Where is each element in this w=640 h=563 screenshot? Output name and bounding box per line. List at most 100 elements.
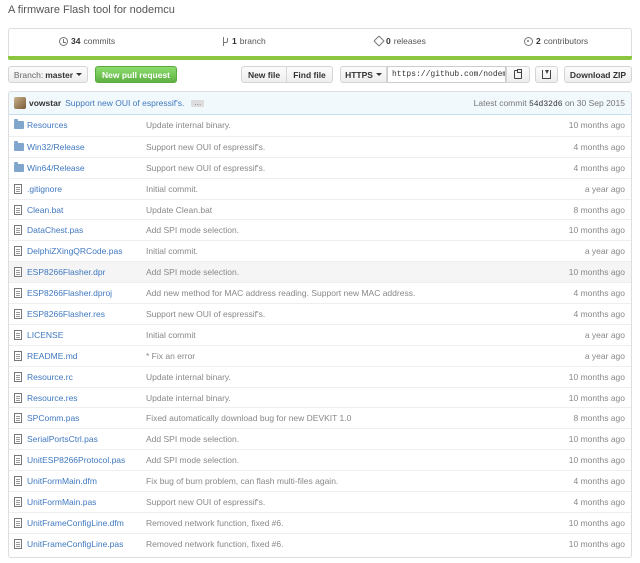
file-name-link[interactable]: ESP8266Flasher.dproj [27,288,112,298]
commits-link[interactable]: 34 commits [59,36,115,46]
file-commit-message-link[interactable]: Support new OUI of espressif's. [146,309,265,319]
file-icon [14,308,22,319]
file-row[interactable]: UnitFormMain.dfm Fix bug of burn problem,… [9,470,631,491]
file-commit-message-link[interactable]: Fix bug of burn problem, can flash multi… [146,476,338,486]
file-commit-message-link[interactable]: Removed network function, fixed #6. [146,539,284,549]
file-row[interactable]: SerialPortsCtrl.pas Add SPI mode selectio… [9,428,631,449]
file-commit-message-link[interactable]: Add SPI mode selection. [146,267,239,277]
file-icon-cell [9,288,27,299]
file-row[interactable]: LICENSE Initial commit a year ago [9,323,631,345]
file-commit-message-link[interactable]: Add new method for MAC address reading. … [146,288,415,298]
file-name-link[interactable]: Clean.bat [27,205,63,215]
releases-link[interactable]: 0 releases [373,35,426,47]
branch-count: 1 [232,36,237,46]
file-icon [14,288,22,299]
expand-commit-button[interactable]: … [191,99,205,107]
file-commit-message-link[interactable]: Update internal binary. [146,393,231,403]
commit-sha-link[interactable]: 54d32d6 [529,100,563,109]
file-row[interactable]: Win64/Release Support new OUI of espressi… [9,156,631,178]
file-name-link[interactable]: ESP8266Flasher.dpr [27,267,105,277]
file-name-link[interactable]: UnitESP8266Protocol.pas [27,455,125,465]
file-name-link[interactable]: LICENSE [27,330,63,340]
file-commit-message-link[interactable]: Add SPI mode selection. [146,455,239,465]
file-commit-message-link[interactable]: Update Clean.bat [146,205,212,215]
file-row[interactable]: DelphiZXingQRCode.pas Initial commit. a ye… [9,240,631,261]
caret-down-icon [76,73,83,76]
file-commit-message-link[interactable]: Removed network function, fixed #6. [146,518,284,528]
file-row[interactable]: UnitFrameConfigLine.pas Removed network f… [9,532,631,554]
file-row[interactable]: Resources Update internal binary. 10 month… [9,115,631,136]
desktop-clone-button[interactable] [535,66,558,83]
file-name-link[interactable]: UnitFormMain.pas [27,497,96,507]
protocol-label: HTTPS [345,69,373,80]
tag-icon [373,35,385,47]
file-name-link[interactable]: DelphiZXingQRCode.pas [27,246,122,256]
file-row[interactable]: Clean.bat Update Clean.bat 8 months ago [9,198,631,220]
file-commit-message-link[interactable]: Add SPI mode selection. [146,225,239,235]
file-icon [14,267,22,278]
file-row[interactable]: Win32/Release Support new OUI of espressi… [9,135,631,157]
file-row[interactable]: UnitESP8266Protocol.pas Add SPI mode sele… [9,449,631,470]
file-row[interactable]: README.md * Fix an error a year ago [9,344,631,366]
file-commit-message-link[interactable]: Update internal binary. [146,372,231,382]
file-age: a year ago [584,329,625,340]
branches-link[interactable]: 1 branch [222,36,266,46]
file-name-link[interactable]: Resources [27,120,68,130]
file-row[interactable]: ESP8266Flasher.res Support new OUI of esp… [9,303,631,324]
file-commit-message-link[interactable]: Add SPI mode selection. [146,434,239,444]
organization-icon [524,36,533,46]
download-zip-button[interactable]: Download ZIP [564,66,632,83]
file-name-link[interactable]: Win64/Release [27,163,85,173]
file-commit-message-link[interactable]: Initial commit. [146,184,198,194]
branch-select-button[interactable]: Branch: master [8,66,88,83]
file-name-link[interactable]: SerialPortsCtrl.pas [27,434,98,444]
file-row[interactable]: ESP8266Flasher.dpr Add SPI mode selection… [9,261,631,283]
file-commit-message-link[interactable]: Support new OUI of espressif's. [146,497,265,507]
file-commit-message-link[interactable]: Update internal binary. [146,120,231,130]
file-name-link[interactable]: Win32/Release [27,142,85,152]
releases-count: 0 [386,36,391,46]
commit-author[interactable]: vowstar [29,98,61,108]
clone-url-input[interactable]: https://github.com/nodemc [387,66,506,83]
commit-date: 30 Sep 2015 [576,98,625,108]
clone-protocol-button[interactable]: HTTPS [340,66,387,83]
contributors-link[interactable]: 2 contributors [524,36,588,46]
file-name-link[interactable]: UnitFormMain.dfm [27,476,97,486]
copy-clone-url-button[interactable] [506,66,530,83]
new-file-button[interactable]: New file [241,66,287,83]
file-row[interactable]: DataChest.pas Add SPI mode selection. 10 m… [9,219,631,240]
file-commit-message-link[interactable]: Initial commit. [146,246,198,256]
file-commit-message-link[interactable]: Support new OUI of espressif's. [146,163,265,173]
file-icon-cell [9,246,27,257]
file-row[interactable]: UnitFrameConfigLine.dfm Removed network f… [9,511,631,533]
file-name-link[interactable]: SPComm.pas [27,413,79,423]
file-name-link[interactable]: DataChest.pas [27,225,83,235]
file-row[interactable]: ESP8266Flasher.dproj Add new method for M… [9,282,631,303]
avatar[interactable] [14,97,26,109]
commit-message-link[interactable]: Support new OUI of espressif's. [65,98,184,108]
file-row[interactable]: .gitignore Initial commit. a year ago [9,177,631,199]
file-age: 10 months ago [568,455,625,466]
file-name-link[interactable]: README.md [27,351,78,361]
new-pull-request-button[interactable]: New pull request [95,66,177,83]
file-name-link[interactable]: .gitignore [27,184,62,194]
file-age: 10 months ago [568,371,625,382]
file-name-link[interactable]: UnitFrameConfigLine.pas [27,539,123,549]
file-row[interactable]: SPComm.pas Fixed automatically download b… [9,407,631,428]
file-name-link[interactable]: ESP8266Flasher.res [27,309,105,319]
file-icon-cell [9,538,27,549]
file-commit-message-link[interactable]: Initial commit [146,330,196,340]
file-row[interactable]: Resource.res Update internal binary. 10 mo… [9,386,631,408]
file-icon-cell [9,371,27,382]
file-commit-message-link[interactable]: * Fix an error [146,351,195,361]
file-icon-cell [9,267,27,278]
file-row[interactable]: Resource.rc Update internal binary. 10 mon… [9,365,631,387]
file-commit-message-link[interactable]: Fixed automatically download bug for new… [146,413,351,423]
file-row[interactable]: UnitFormMain.pas Support new OUI of espre… [9,491,631,512]
file-name-link[interactable]: Resource.res [27,393,78,403]
file-name-link[interactable]: UnitFrameConfigLine.dfm [27,518,124,528]
branch-label: branch [239,36,266,46]
find-file-button[interactable]: Find file [287,66,333,83]
file-name-link[interactable]: Resource.rc [27,372,73,382]
file-commit-message-link[interactable]: Support new OUI of espressif's. [146,142,265,152]
